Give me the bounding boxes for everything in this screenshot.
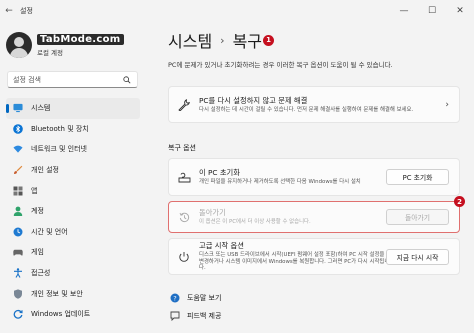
card-title: 이 PC 초기화 <box>199 168 240 178</box>
apps-icon <box>13 186 23 196</box>
search-input[interactable] <box>13 75 118 84</box>
go-back-button: 돌아가기 <box>386 209 449 225</box>
back-arrow-icon[interactable]: ← <box>0 0 18 22</box>
search-box[interactable] <box>7 71 138 88</box>
reset-pc-card: 이 PC 초기화 개인 파일을 유지하거나 제거하도록 선택한 다음 Windo… <box>168 158 460 196</box>
close-button[interactable]: ✕ <box>446 0 474 22</box>
sidebar-item-personalization[interactable]: 개인 설정 <box>6 160 140 181</box>
sidebar-item-label: 계정 <box>31 207 44 216</box>
wifi-icon <box>13 144 23 154</box>
search-icon <box>123 76 131 84</box>
card-title: 고급 시작 옵션 <box>199 240 244 250</box>
card-subtitle: 디스크 또는 USB 드라이브에서 시작(UEFI 펌웨어 설정 포함)하여 P… <box>199 251 390 272</box>
sidebar-item-label: Windows 업데이트 <box>31 310 91 319</box>
sidebar-item-gaming[interactable]: 게임 <box>6 242 140 263</box>
breadcrumb-separator: › <box>220 33 225 47</box>
svg-text:?: ? <box>173 294 176 302</box>
globe-clock-icon <box>13 227 23 237</box>
sidebar-item-privacy[interactable]: 개인 정보 및 보안 <box>6 283 140 304</box>
section-title: 복구 옵션 <box>168 144 196 152</box>
title-bar: ← 설정 — ☐ ✕ <box>0 0 474 22</box>
profile[interactable]: TabMode.com 로컬 계정 <box>6 28 146 62</box>
sidebar-item-accounts[interactable]: 계정 <box>6 201 140 222</box>
feedback-icon <box>170 311 180 321</box>
help-link-label: 도움말 보기 <box>187 294 222 302</box>
sidebar-item-network[interactable]: 네트워크 및 인터넷 <box>6 139 140 160</box>
sidebar-item-apps[interactable]: 앱 <box>6 180 140 201</box>
bluetooth-icon <box>13 124 23 134</box>
monitor-icon <box>13 103 23 113</box>
sidebar-item-time-language[interactable]: 시간 및 언어 <box>6 222 140 243</box>
help-icon: ? <box>170 293 180 303</box>
reset-pc-button[interactable]: PC 초기화 <box>386 169 449 185</box>
annotation-badge-1: 1 <box>263 34 275 46</box>
advanced-startup-icon <box>177 250 191 264</box>
sidebar-item-accessibility[interactable]: 접근성 <box>6 263 140 284</box>
person-icon <box>13 206 23 217</box>
accessibility-icon <box>13 268 23 278</box>
sidebar-item-label: 앱 <box>31 186 38 195</box>
sidebar-item-bluetooth[interactable]: Bluetooth 및 장치 <box>6 119 140 140</box>
breadcrumb: 시스템 › 복구 1 <box>168 28 275 52</box>
reset-pc-icon <box>177 170 191 184</box>
feedback-link[interactable]: 피드백 제공 <box>170 311 221 321</box>
window-controls: — ☐ ✕ <box>390 0 474 22</box>
window-title: 설정 <box>20 7 33 15</box>
restart-now-button[interactable]: 지금 다시 시작 <box>386 248 449 265</box>
breadcrumb-parent[interactable]: 시스템 <box>168 28 212 52</box>
sidebar-item-label: 게임 <box>31 248 44 257</box>
minimize-button[interactable]: — <box>390 0 418 22</box>
card-title: PC를 다시 설정하지 않고 문제 해결 <box>199 95 308 105</box>
card-subtitle: 다시 설정하는 데 시간이 걸릴 수 있습니다. 먼저 문제 해결사를 실행하여… <box>199 106 414 113</box>
sidebar-item-label: 시간 및 언어 <box>31 227 68 236</box>
troubleshoot-card[interactable]: PC를 다시 설정하지 않고 문제 해결 다시 설정하는 데 시간이 걸릴 수 … <box>168 86 460 123</box>
annotation-badge-2: 2 <box>454 196 465 207</box>
history-icon <box>177 210 191 224</box>
sidebar-item-label: 시스템 <box>31 104 51 113</box>
update-icon <box>13 309 23 319</box>
sidebar-item-label: Bluetooth 및 장치 <box>31 124 89 133</box>
gamepad-icon <box>13 247 23 257</box>
account-type: 로컬 계정 <box>37 48 63 57</box>
help-link[interactable]: ? 도움말 보기 <box>170 293 221 303</box>
sidebar-item-label: 개인 정보 및 보안 <box>31 289 83 298</box>
sidebar-item-label: 접근성 <box>31 269 51 278</box>
card-title: 돌아가기 <box>199 208 226 218</box>
chevron-right-icon: › <box>445 99 449 110</box>
go-back-card: 돌아가기 이 옵션은 이 PC에서 더 이상 사용할 수 없습니다. 돌아가기 <box>168 201 460 233</box>
avatar <box>6 32 32 58</box>
shield-icon <box>13 289 23 299</box>
watermark-text: TabMode.com <box>37 33 124 45</box>
sidebar-item-label: 개인 설정 <box>31 166 59 175</box>
sidebar-item-system[interactable]: 시스템 <box>6 98 140 119</box>
maximize-button[interactable]: ☐ <box>418 0 446 22</box>
sidebar: 시스템 Bluetooth 및 장치 네트워크 및 인터넷 개인 설정 앱 계정 <box>6 98 140 325</box>
page-description: PC에 문제가 있거나 초기화하려는 경우 이러한 복구 옵션이 도움이 될 수… <box>168 61 393 69</box>
brush-icon <box>13 165 23 175</box>
feedback-link-label: 피드백 제공 <box>187 312 222 320</box>
sidebar-item-windows-update[interactable]: Windows 업데이트 <box>6 304 140 325</box>
card-subtitle: 개인 파일을 유지하거나 제거하도록 선택한 다음 Windows를 다시 설치 <box>199 179 361 186</box>
card-subtitle: 이 옵션은 이 PC에서 더 이상 사용할 수 없습니다. <box>199 219 311 226</box>
advanced-startup-card: 고급 시작 옵션 디스크 또는 USB 드라이브에서 시작(UEFI 펌웨어 설… <box>168 238 460 275</box>
page-title: 복구 <box>232 32 263 51</box>
wrench-icon <box>177 98 191 112</box>
sidebar-item-label: 네트워크 및 인터넷 <box>31 145 87 154</box>
